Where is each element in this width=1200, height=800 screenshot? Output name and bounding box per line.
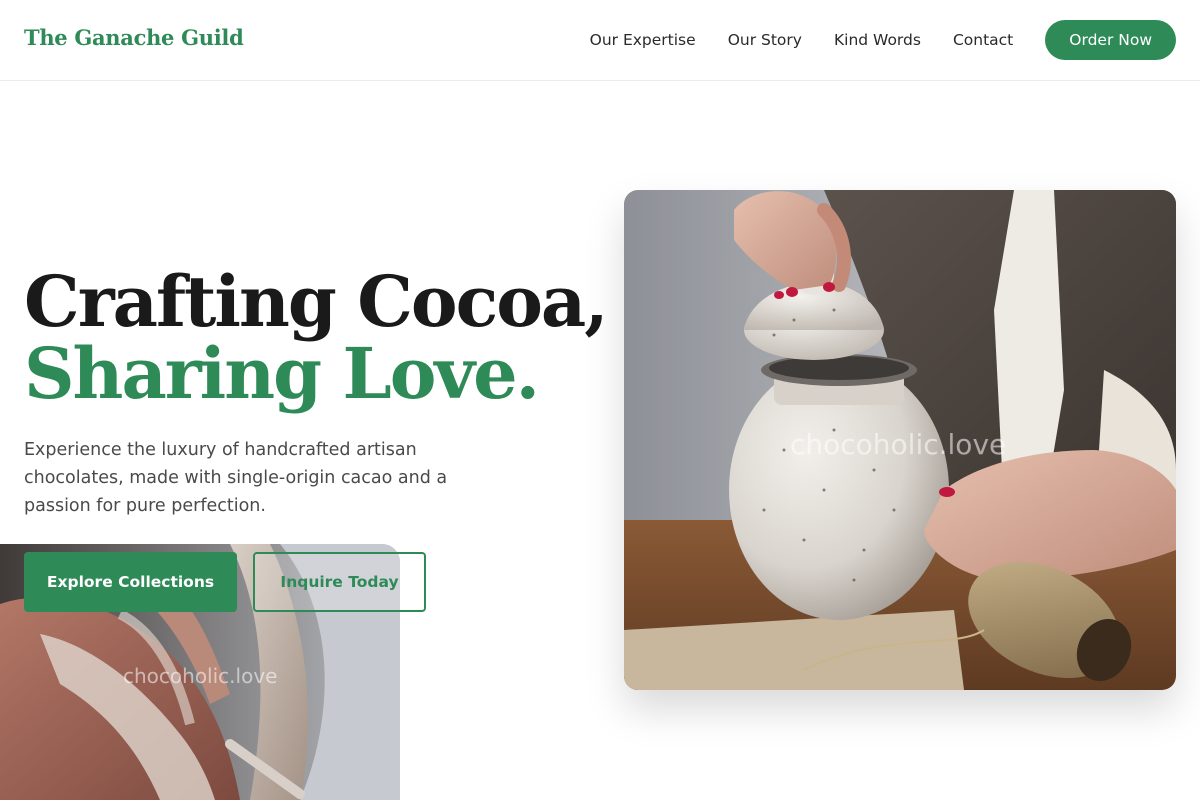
order-now-button[interactable]: Order Now <box>1045 20 1176 60</box>
watermark-right: chocoholic.love <box>790 428 1007 461</box>
site-header: The Ganache Guild Our Expertise Our Stor… <box>0 0 1200 81</box>
nav-link-our-story[interactable]: Our Story <box>728 31 802 49</box>
nav-link-contact[interactable]: Contact <box>953 31 1013 49</box>
hero-subtitle: Experience the luxury of handcrafted art… <box>24 440 448 516</box>
nav-link-kind-words[interactable]: Kind Words <box>834 31 921 49</box>
hero-title-line2: Sharing Love. <box>24 332 540 415</box>
main-nav: Our Expertise Our Story Kind Words Conta… <box>590 20 1176 60</box>
brand-logo[interactable]: The Ganache Guild <box>24 25 244 50</box>
hero-title: Crafting Cocoa, Sharing Love. <box>24 260 609 415</box>
watermark-left: chocoholic.love <box>123 664 278 688</box>
hero-title-line1: Crafting Cocoa, <box>24 260 609 343</box>
nav-link-our-expertise[interactable]: Our Expertise <box>590 31 696 49</box>
explore-collections-button[interactable]: Explore Collections <box>24 552 237 612</box>
inquire-today-button[interactable]: Inquire Today <box>253 552 426 612</box>
